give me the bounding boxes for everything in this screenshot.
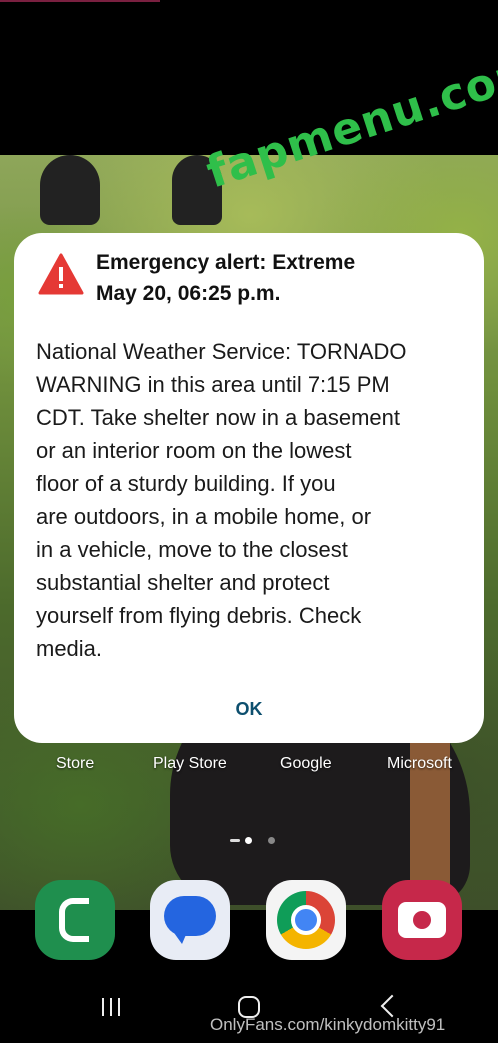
emergency-alert-dialog: Emergency alert: Extreme May 20, 06:25 p… [14, 233, 484, 743]
alert-message-line: CDT. Take shelter now in a basement [36, 405, 400, 430]
app-label-play-store[interactable]: Play Store [153, 755, 227, 773]
page-indicator [230, 836, 290, 846]
alert-timestamp: May 20, 06:25 p.m. [96, 282, 281, 305]
app-label-microsoft[interactable]: Microsoft [387, 755, 452, 773]
camera-icon[interactable] [382, 880, 462, 960]
alert-message-line: yourself from flying debris. Check [36, 603, 362, 628]
alert-message-line: WARNING in this area until 7:15 PM [36, 372, 390, 397]
phone-icon[interactable] [35, 880, 115, 960]
recents-icon[interactable] [92, 992, 132, 1022]
warning-triangle-icon [38, 253, 84, 295]
alert-title: Emergency alert: Extreme May 20, 06:25 p… [96, 247, 355, 309]
alert-message-line: in a vehicle, move to the closest [36, 537, 348, 562]
horse-ear-left [40, 155, 100, 225]
watermark-bottom: OnlyFans.com/kinkydomkitty91 [210, 1015, 446, 1034]
alert-message: National Weather Service: TORNADO WARNIN… [36, 335, 476, 665]
chrome-center [291, 905, 321, 935]
messages-icon[interactable] [150, 880, 230, 960]
phone-glyph [59, 898, 89, 942]
alert-message-line: National Weather Service: TORNADO [36, 339, 407, 364]
message-bubble-tail [172, 930, 188, 944]
page-dot-inactive [268, 837, 275, 844]
page-indicator-dash [230, 839, 240, 842]
page-dot-active [245, 837, 252, 844]
alert-message-line: floor of a sturdy building. If you [36, 471, 336, 496]
alert-message-line: or an interior room on the lowest [36, 438, 352, 463]
harness [410, 725, 450, 895]
alert-message-line: media. [36, 636, 103, 661]
status-accent-line [0, 0, 160, 2]
app-label-google[interactable]: Google [280, 755, 332, 773]
chrome-icon[interactable] [266, 880, 346, 960]
alert-message-line: are outdoors, in a mobile home, or [36, 504, 372, 529]
app-row: Store Play Store Google Microsoft [0, 755, 498, 777]
ok-button[interactable]: OK [209, 691, 289, 727]
alert-title-line: Emergency alert: Extreme [96, 251, 356, 274]
alert-message-line: substantial shelter and protect [36, 570, 330, 595]
camera-lens [413, 911, 431, 929]
app-label-store[interactable]: Store [56, 755, 94, 773]
